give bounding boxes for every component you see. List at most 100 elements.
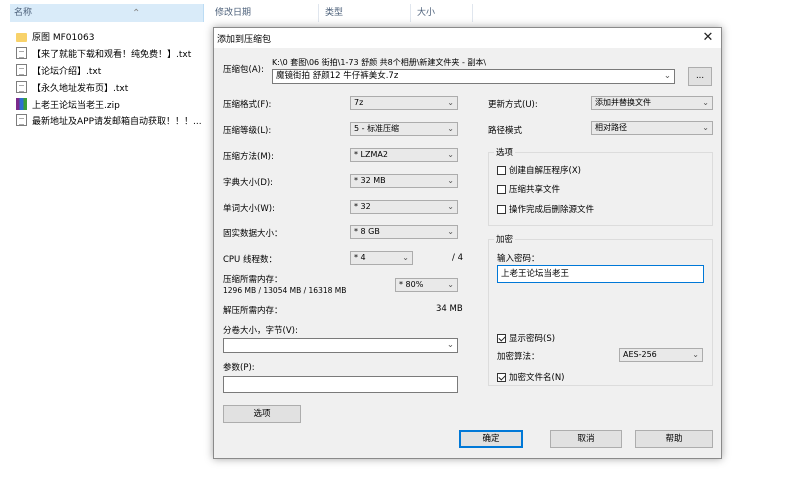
column-name[interactable]: 名称 ⌃ — [10, 4, 204, 22]
ok-button[interactable]: 确定 — [459, 430, 523, 448]
text-file-icon — [16, 81, 27, 93]
encrypt-names-checkbox-box — [497, 372, 506, 382]
file-row[interactable]: 上老王论坛当老王.zip — [16, 96, 120, 112]
archive-label: 压缩包(A): — [223, 65, 264, 75]
column-modified[interactable]: 修改日期 — [211, 4, 319, 22]
word-value: * 32 — [354, 202, 371, 211]
encrypt-names-label: 加密文件名(N) — [509, 373, 565, 383]
shared-checkbox-box — [497, 184, 506, 194]
file-name: 最新地址及APP请发邮箱自动获取！！！... — [32, 116, 202, 127]
mem-compress-select[interactable]: * 80% ⌄ — [395, 278, 458, 292]
chevron-down-icon: ⌄ — [446, 340, 454, 350]
dict-label: 字典大小(D): — [223, 178, 274, 188]
close-icon[interactable]: ✕ — [699, 29, 717, 47]
file-name: 原图 MF01063 — [32, 32, 95, 43]
dict-value: * 32 MB — [354, 176, 386, 185]
help-button[interactable]: 帮助 — [635, 430, 713, 448]
cancel-button[interactable]: 取消 — [550, 430, 622, 448]
show-password-checkbox[interactable]: 显示密码(S) — [497, 332, 555, 344]
update-value: 添加并替换文件 — [595, 98, 651, 107]
update-select[interactable]: 添加并替换文件 ⌄ — [591, 96, 713, 110]
enc-method-label: 加密算法： — [497, 352, 540, 362]
threads-label: CPU 线程数： — [223, 255, 277, 265]
pathmode-select[interactable]: 相对路径 ⌄ — [591, 121, 713, 135]
file-row[interactable]: 原图 MF01063 — [16, 28, 94, 44]
format-label: 压缩格式(F): — [223, 100, 272, 110]
solid-label: 固实数据大小： — [223, 229, 283, 239]
delete-checkbox-box — [497, 204, 506, 214]
word-select[interactable]: * 32 ⌄ — [350, 200, 458, 214]
level-label: 压缩等级(L): — [223, 126, 272, 136]
sfx-checkbox-label: 创建自解压程序(X) — [509, 166, 581, 176]
split-combo[interactable]: ⌄ — [223, 338, 458, 353]
browse-button[interactable]: ... — [688, 67, 712, 86]
chevron-down-icon: ⌄ — [447, 98, 454, 107]
column-type[interactable]: 类型 — [321, 4, 411, 22]
sfx-checkbox[interactable]: 创建自解压程序(X) — [497, 164, 581, 176]
enc-method-select[interactable]: AES-256 ⌄ — [619, 348, 703, 362]
text-file-icon — [16, 114, 27, 126]
file-row[interactable]: 【论坛介绍】.txt — [16, 62, 101, 78]
chevron-down-icon: ⌄ — [702, 98, 709, 107]
encrypt-names-checkbox[interactable]: 加密文件名(N) — [497, 371, 565, 383]
mem-compress-label: 压缩所需内存： — [223, 275, 283, 285]
text-file-icon — [16, 64, 27, 76]
show-password-checkbox-box — [497, 333, 506, 343]
method-label: 压缩方法(M): — [223, 152, 274, 162]
method-select[interactable]: * LZMA2 ⌄ — [350, 148, 458, 162]
file-name: 上老王论坛当老王.zip — [32, 100, 120, 111]
pathmode-value: 相对路径 — [595, 123, 627, 132]
solid-select[interactable]: * 8 GB ⌄ — [350, 225, 458, 239]
encryption-group-title: 加密 — [494, 233, 516, 245]
solid-value: * 8 GB — [354, 227, 380, 236]
options-group-title: 选项 — [494, 146, 516, 158]
file-name: 【永久地址发布页】.txt — [32, 83, 129, 94]
folder-icon — [16, 32, 27, 42]
delete-checkbox-label: 操作完成后删除源文件 — [509, 205, 595, 215]
threads-value: * 4 — [354, 253, 366, 262]
pathmode-label: 路径模式 — [488, 126, 523, 136]
file-row[interactable]: 【来了就能下载和观看！纯免费！】.txt — [16, 45, 191, 61]
dict-select[interactable]: * 32 MB ⌄ — [350, 174, 458, 188]
file-row[interactable]: 【永久地址发布页】.txt — [16, 79, 128, 95]
format-value: 7z — [354, 98, 364, 107]
chevron-down-icon: ⌄ — [692, 350, 699, 359]
show-password-label: 显示密码(S) — [509, 334, 556, 344]
split-label: 分卷大小，字节(V): — [223, 326, 298, 336]
dialog-titlebar[interactable]: 添加到压缩包 ✕ — [214, 28, 721, 48]
text-file-icon — [16, 47, 27, 59]
chevron-down-icon: ⌄ — [447, 227, 454, 236]
threads-select[interactable]: * 4 ⌄ — [350, 251, 413, 265]
format-select[interactable]: 7z ⌄ — [350, 96, 458, 110]
options-button[interactable]: 选项 — [223, 405, 301, 423]
add-to-archive-dialog: 添加到压缩包 ✕ 压缩包(A): K:\0 套图\06 街拍\1-73 舒颜 共… — [213, 27, 722, 459]
method-value: * LZMA2 — [354, 150, 388, 159]
archive-name-combo[interactable]: 魔镜街拍 舒颜12 牛仔裤美女.7z ⌄ — [272, 69, 675, 84]
enc-method-value: AES-256 — [623, 350, 657, 359]
password-input[interactable]: 上老王论坛当老王 — [497, 265, 704, 283]
level-value: 5 - 标准压缩 — [354, 124, 400, 133]
level-select[interactable]: 5 - 标准压缩 ⌄ — [350, 122, 458, 136]
params-input[interactable] — [223, 376, 458, 393]
mem-compress-detail: 1296 MB / 13054 MB / 16318 MB — [223, 286, 347, 295]
chevron-down-icon: ⌄ — [702, 123, 709, 132]
threads-max: / 4 — [452, 253, 463, 263]
file-name: 【论坛介绍】.txt — [32, 66, 102, 77]
chevron-down-icon: ⌄ — [663, 71, 671, 81]
shared-checkbox-label: 压缩共享文件 — [509, 185, 561, 195]
mem-decompress-label: 解压所需内存： — [223, 306, 283, 316]
shared-checkbox[interactable]: 压缩共享文件 — [497, 183, 560, 195]
file-row[interactable]: 最新地址及APP请发邮箱自动获取！！！... — [16, 112, 202, 128]
mem-decompress-value: 34 MB — [436, 304, 463, 314]
archive-path: K:\0 套图\06 街拍\1-73 舒颜 共8个相册\新建文件夹 - 副本\ — [272, 58, 487, 67]
column-size[interactable]: 大小 — [413, 4, 473, 22]
column-name-label: 名称 — [14, 8, 33, 18]
dialog-title: 添加到压缩包 — [217, 35, 272, 45]
chevron-down-icon: ⌄ — [447, 280, 454, 289]
chevron-down-icon: ⌄ — [447, 150, 454, 159]
delete-checkbox[interactable]: 操作完成后删除源文件 — [497, 203, 594, 215]
update-label: 更新方式(U): — [488, 100, 538, 110]
chevron-down-icon: ⌄ — [447, 124, 454, 133]
archive-name-value: 魔镜街拍 舒颜12 牛仔裤美女.7z — [276, 71, 399, 81]
word-label: 单词大小(W): — [223, 204, 275, 214]
